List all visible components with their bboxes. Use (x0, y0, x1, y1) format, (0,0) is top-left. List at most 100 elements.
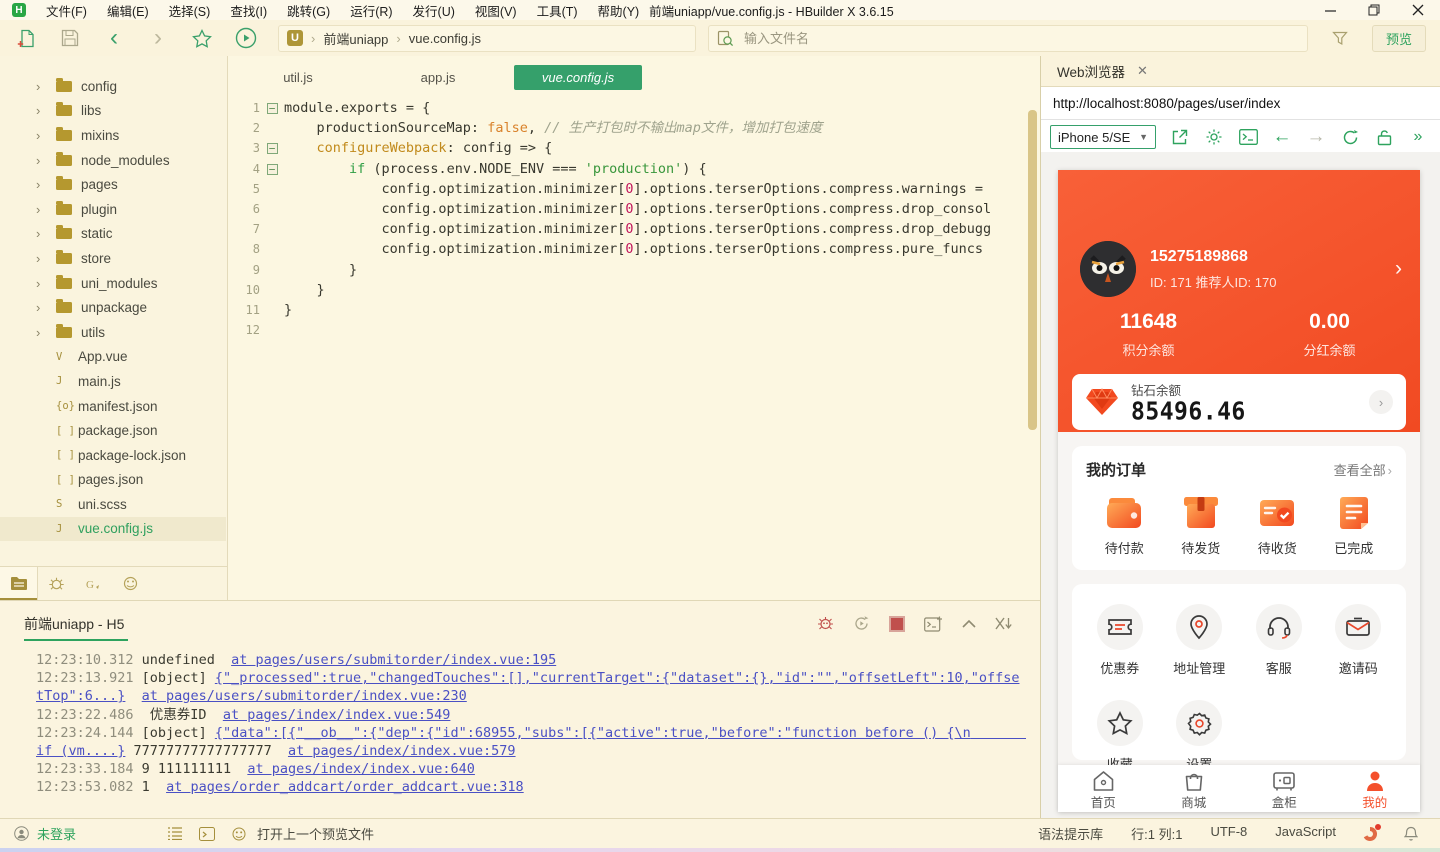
status-item[interactable]: 行:1 列:1 (1131, 824, 1182, 843)
log-source-link[interactable]: at pages/users/submitorder/index.vue:195 (231, 652, 556, 668)
search-input[interactable] (742, 30, 1299, 47)
editor-tab-app.js[interactable]: app.js (368, 62, 508, 92)
menu-item[interactable]: 工具(T) (527, 1, 588, 20)
log-source-link[interactable]: at pages/order_addcart/order_addcart.vue… (166, 779, 524, 795)
diamond-balance-card[interactable]: 钻石余额 85496.46 › (1072, 374, 1406, 430)
donut-usage-icon[interactable] (1362, 826, 1378, 842)
device-select[interactable]: iPhone 5/SE ▼ (1050, 125, 1156, 149)
menu-item[interactable]: 文件(F) (36, 1, 97, 20)
outline-list-icon[interactable] (168, 827, 183, 840)
preview-button[interactable]: 预览 (1372, 25, 1426, 52)
browser-tab[interactable]: Web浏览器 (1057, 61, 1125, 81)
tree-file-main.js[interactable]: Jmain.js (0, 369, 226, 394)
fold-marker[interactable]: − (260, 138, 284, 158)
status-item[interactable]: 语法提示库 (1038, 824, 1103, 843)
tree-folder-store[interactable]: ›store (0, 246, 226, 271)
url-input[interactable] (1041, 96, 1440, 111)
menu-item[interactable]: 运行(R) (340, 1, 402, 20)
order-status-待发货[interactable]: 待发货 (1163, 493, 1240, 557)
b-forward-icon[interactable]: → (1306, 127, 1326, 147)
tree-file-uni.scss[interactable]: Suni.scss (0, 492, 226, 517)
tree-folder-utils[interactable]: ›utils (0, 320, 226, 345)
editor-tab-vue.config.js[interactable]: vue.config.js (514, 65, 642, 90)
tree-file-package-lock.json[interactable]: [ ]package-lock.json (0, 443, 226, 468)
log-source-link[interactable]: at pages/users/submitorder/index.vue:230 (142, 688, 467, 704)
service-优惠券[interactable]: 优惠券 (1080, 604, 1160, 677)
tree-folder-config[interactable]: ›config (0, 74, 226, 99)
tree-folder-static[interactable]: ›static (0, 222, 226, 247)
new-terminal-icon[interactable] (924, 616, 943, 632)
theme-palette-icon[interactable] (231, 827, 247, 841)
tree-folder-plugin[interactable]: ›plugin (0, 197, 226, 222)
view-all-orders-link[interactable]: 查看全部› (1334, 460, 1392, 479)
bell-icon[interactable] (1404, 826, 1418, 842)
tree-folder-unpackage[interactable]: ›unpackage (0, 295, 226, 320)
tree-folder-mixins[interactable]: ›mixins (0, 123, 226, 148)
save-icon[interactable] (48, 25, 92, 51)
editor-scrollbar[interactable] (1028, 110, 1037, 430)
clear-icon[interactable] (995, 616, 1012, 631)
console-tab[interactable]: 前端uniapp - H5 (24, 614, 128, 641)
forward-icon[interactable]: › (136, 25, 180, 51)
back-icon[interactable]: ‹ (92, 25, 136, 51)
refresh-icon[interactable] (1340, 127, 1360, 147)
close-tab-icon[interactable]: ✕ (1137, 63, 1148, 79)
log-source-link[interactable]: at pages/index/index.vue:579 (288, 743, 516, 759)
restart-icon[interactable] (853, 615, 870, 632)
phone-tab-商城[interactable]: 商城 (1149, 765, 1240, 812)
file-search-box[interactable] (708, 25, 1308, 52)
settings-gear-icon[interactable] (1204, 127, 1224, 147)
new-file-icon[interactable] (4, 25, 48, 51)
menu-item[interactable]: 选择(S) (159, 1, 221, 20)
menu-item[interactable]: 跳转(G) (277, 1, 340, 20)
close-button[interactable] (1396, 0, 1440, 20)
tree-file-manifest.json[interactable]: {o}manifest.json (0, 394, 226, 419)
run-icon[interactable] (224, 25, 268, 51)
tree-folder-uni_modules[interactable]: ›uni_modules (0, 271, 226, 296)
terminal-icon[interactable] (1238, 127, 1258, 147)
open-external-icon[interactable] (1170, 127, 1190, 147)
filter-funnel-icon[interactable] (1318, 25, 1362, 51)
fold-marker[interactable]: − (260, 159, 284, 179)
stop-icon[interactable] (889, 616, 905, 632)
service-设置[interactable]: 设置 (1160, 700, 1240, 773)
account-icon[interactable] (14, 826, 29, 841)
phone-tab-首页[interactable]: 首页 (1058, 765, 1149, 812)
login-status[interactable]: 未登录 (37, 824, 76, 843)
log-source-link[interactable]: at pages/index/index.vue:640 (247, 761, 475, 777)
debug-bug-icon[interactable] (817, 615, 834, 632)
menu-item[interactable]: 发行(U) (403, 1, 465, 20)
open-previous-preview[interactable]: 打开上一个预览文件 (257, 824, 374, 843)
minimize-button[interactable] (1308, 0, 1352, 20)
menu-item[interactable]: 编辑(E) (97, 1, 159, 20)
tree-file-package.json[interactable]: [ ]package.json (0, 418, 226, 443)
phone-tab-盒柜[interactable]: 盒柜 (1239, 765, 1330, 812)
tree-file-vue.config.js[interactable]: Jvue.config.js (0, 517, 226, 542)
status-item[interactable]: JavaScript (1275, 824, 1336, 843)
tree-folder-libs[interactable]: ›libs (0, 99, 226, 124)
menu-item[interactable]: 帮助(Y) (588, 1, 650, 20)
tree-folder-node_modules[interactable]: ›node_modules (0, 148, 226, 173)
fold-marker[interactable]: − (260, 98, 284, 118)
tree-file-App.vue[interactable]: VApp.vue (0, 345, 226, 370)
log-source-link[interactable]: at pages/index/index.vue:549 (223, 707, 451, 723)
service-客服[interactable]: 客服 (1239, 604, 1319, 677)
b-back-icon[interactable]: ← (1272, 127, 1292, 147)
menu-item[interactable]: 视图(V) (465, 1, 527, 20)
phone-tab-我的[interactable]: 我的 (1330, 765, 1421, 812)
menu-item[interactable]: 查找(I) (220, 1, 277, 20)
tree-file-pages.json[interactable]: [ ]pages.json (0, 468, 226, 493)
order-status-待付款[interactable]: 待付款 (1086, 493, 1163, 557)
user-info-row[interactable]: 15275189868 ID: 171 推荐人ID: 170 › (1080, 240, 1402, 298)
service-地址管理[interactable]: 地址管理 (1160, 604, 1240, 677)
breadcrumb-file[interactable]: vue.config.js (409, 31, 481, 46)
lock-icon[interactable] (1374, 127, 1394, 147)
sidebar-tab-debug[interactable] (38, 567, 75, 600)
service-收藏[interactable]: 收藏 (1080, 700, 1160, 773)
tree-folder-pages[interactable]: ›pages (0, 172, 226, 197)
sidebar-tab-explorer[interactable] (0, 567, 38, 600)
service-邀请码[interactable]: 邀请码 (1319, 604, 1399, 677)
order-status-待收货[interactable]: 待收货 (1239, 493, 1316, 557)
code-area[interactable]: 1−module.exports = {2 productionSourceMa… (228, 98, 1026, 600)
sidebar-tab-theme[interactable] (112, 567, 149, 600)
